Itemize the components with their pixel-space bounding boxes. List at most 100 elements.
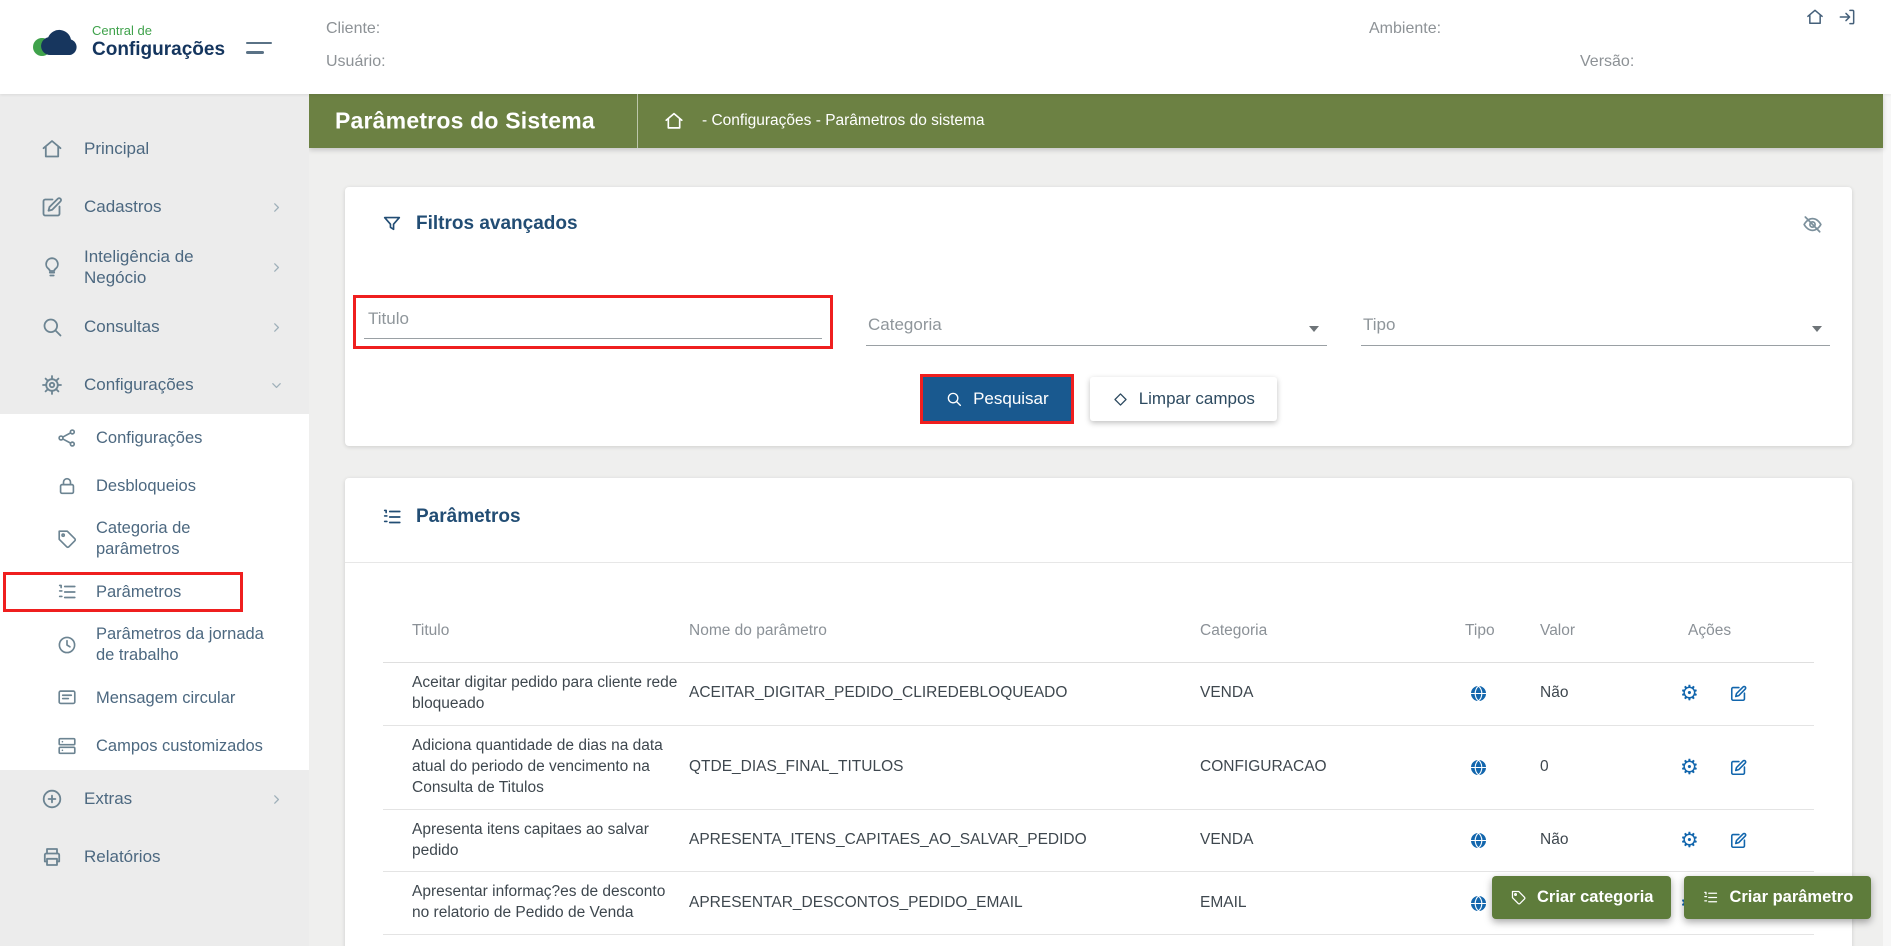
hide-filters-icon[interactable] bbox=[1801, 213, 1824, 236]
tipo-select[interactable]: Tipo bbox=[1361, 304, 1830, 346]
printer-icon bbox=[40, 845, 64, 869]
row-edit-icon[interactable] bbox=[1729, 758, 1748, 777]
search-button-label: Pesquisar bbox=[973, 389, 1049, 409]
submenu-item-desbloqueios[interactable]: Desbloqueios bbox=[0, 462, 309, 510]
page-title: Parâmetros do Sistema bbox=[335, 108, 595, 135]
environment-label: Ambiente: bbox=[1369, 20, 1441, 38]
create-category-label: Criar categoria bbox=[1537, 888, 1653, 907]
sidebar-item-label: Configurações bbox=[84, 374, 194, 395]
table-header-row: Titulo Nome do parâmetro Categoria Tipo … bbox=[383, 563, 1814, 663]
cell-nome: ACEITAR_DIGITAR_PEDIDO_CLIREDEBLOQUEADO bbox=[689, 683, 1200, 704]
submenu-item-label: Parâmetros bbox=[96, 582, 181, 603]
topbar: Central de Configurações Cliente: Usuári… bbox=[0, 0, 1891, 94]
create-category-button[interactable]: Criar categoria bbox=[1492, 876, 1671, 919]
cell-valor: Não bbox=[1540, 830, 1688, 851]
home-icon[interactable] bbox=[1805, 7, 1825, 27]
page-header-bar: Parâmetros do Sistema - Configurações - … bbox=[309, 94, 1883, 148]
submenu-item-parametros-jornada[interactable]: Parâmetros da jornada de trabalho bbox=[0, 616, 309, 674]
sidebar-item-extras[interactable]: Extras bbox=[0, 770, 309, 828]
chevron-right-icon bbox=[268, 791, 285, 808]
table-row: Adiciona quantidade de dias na data atua… bbox=[383, 726, 1814, 810]
sidebar-item-relatorios[interactable]: Relatórios bbox=[0, 828, 309, 886]
cell-titulo: Apresenta itens capitaes ao salvar pedid… bbox=[412, 820, 689, 862]
submenu-item-parametros[interactable]: Parâmetros bbox=[0, 568, 309, 616]
filter-icon bbox=[381, 213, 403, 235]
submenu-item-mensagem-circular[interactable]: Mensagem circular bbox=[0, 674, 309, 722]
header-divider bbox=[637, 94, 638, 148]
globe-icon bbox=[1469, 684, 1530, 703]
edit-icon bbox=[40, 195, 64, 219]
column-header-tipo: Tipo bbox=[1465, 622, 1540, 640]
list-icon bbox=[381, 506, 403, 528]
lightbulb-icon bbox=[40, 255, 64, 279]
column-header-categoria: Categoria bbox=[1200, 622, 1465, 640]
cell-nome: APRESENTAR_DESCONTOS_PEDIDO_EMAIL bbox=[689, 893, 1200, 914]
submenu-item-label: Mensagem circular bbox=[96, 688, 235, 709]
column-header-acoes: Ações bbox=[1688, 622, 1814, 640]
sidebar: Principal Cadastros Inteligência de Negó… bbox=[0, 94, 309, 946]
titulo-input[interactable] bbox=[364, 300, 822, 339]
sidebar-item-label: Principal bbox=[84, 138, 149, 159]
parameters-card-title: Parâmetros bbox=[381, 506, 521, 528]
globe-icon bbox=[1469, 758, 1530, 777]
breadcrumb-home-icon[interactable] bbox=[663, 110, 685, 132]
dropdown-arrow-icon bbox=[1309, 326, 1319, 332]
categoria-select[interactable]: Categoria bbox=[866, 304, 1327, 346]
clear-fields-label: Limpar campos bbox=[1139, 389, 1255, 409]
filters-card-title: Filtros avançados bbox=[381, 213, 578, 235]
gear-icon bbox=[40, 373, 64, 397]
filter-actions: Pesquisar Limpar campos bbox=[345, 374, 1852, 424]
clear-fields-button[interactable]: Limpar campos bbox=[1090, 377, 1277, 421]
cell-categoria: VENDA bbox=[1200, 830, 1465, 851]
cell-titulo: Apresentar informaç?es de desconto no re… bbox=[412, 882, 689, 924]
search-button-highlight: Pesquisar bbox=[920, 374, 1074, 424]
submenu-item-configuracoes[interactable]: Configurações bbox=[0, 414, 309, 462]
sidebar-item-cadastros[interactable]: Cadastros bbox=[0, 178, 309, 236]
cell-categoria: CONFIGURACAO bbox=[1200, 757, 1465, 778]
floating-action-buttons: Criar categoria Criar parâmetro bbox=[1492, 876, 1871, 919]
submenu-item-campos-customizados[interactable]: Campos customizados bbox=[0, 722, 309, 770]
scrollbar-track[interactable] bbox=[1883, 94, 1891, 946]
create-parameter-label: Criar parâmetro bbox=[1729, 888, 1853, 907]
row-edit-icon[interactable] bbox=[1729, 684, 1748, 703]
sidebar-item-inteligencia[interactable]: Inteligência de Negócio bbox=[0, 236, 309, 298]
logout-icon[interactable] bbox=[1837, 7, 1857, 27]
main-content: Parâmetros do Sistema - Configurações - … bbox=[309, 94, 1891, 946]
row-settings-icon[interactable]: ⚙ bbox=[1680, 757, 1699, 778]
submenu-item-label: Parâmetros da jornada de trabalho bbox=[96, 624, 266, 665]
cell-valor: Não bbox=[1540, 683, 1688, 704]
sidebar-item-label: Cadastros bbox=[84, 196, 161, 217]
sidebar-item-configuracoes[interactable]: Configurações bbox=[0, 356, 309, 414]
tag-icon bbox=[56, 528, 78, 550]
cell-valor: 0 bbox=[1540, 757, 1688, 778]
filters-card: Filtros avançados Categoria Tipo Pesquis… bbox=[345, 187, 1852, 446]
submenu-item-label: Configurações bbox=[96, 428, 202, 449]
row-settings-icon[interactable]: ⚙ bbox=[1680, 830, 1699, 851]
cell-acoes: ⚙ bbox=[1680, 757, 1814, 778]
search-button[interactable]: Pesquisar bbox=[923, 377, 1071, 421]
app-logo[interactable]: Central de Configurações bbox=[30, 24, 225, 60]
lock-icon bbox=[56, 475, 78, 497]
cell-nome: APRESENTA_ITENS_CAPITAES_AO_SALVAR_PEDID… bbox=[689, 830, 1200, 851]
sidebar-submenu: Configurações Desbloqueios Categoria de … bbox=[0, 414, 309, 770]
create-parameter-button[interactable]: Criar parâmetro bbox=[1684, 876, 1871, 919]
cell-tipo bbox=[1465, 684, 1540, 703]
sidebar-item-principal[interactable]: Principal bbox=[0, 120, 309, 178]
chevron-right-icon bbox=[268, 319, 285, 336]
submenu-item-categoria-parametros[interactable]: Categoria de parâmetros bbox=[0, 510, 309, 568]
sidebar-item-consultas[interactable]: Consultas bbox=[0, 298, 309, 356]
menu-toggle-icon[interactable] bbox=[246, 42, 272, 61]
cell-tipo bbox=[1465, 758, 1540, 777]
search-icon bbox=[945, 390, 963, 408]
list-icon bbox=[1702, 889, 1719, 906]
client-label: Cliente: bbox=[326, 20, 380, 38]
column-header-titulo: Titulo bbox=[412, 622, 689, 640]
sidebar-item-label: Consultas bbox=[84, 316, 160, 337]
share-icon bbox=[56, 427, 78, 449]
clock-icon bbox=[56, 634, 78, 656]
tipo-select-label: Tipo bbox=[1363, 315, 1395, 335]
logo-cloud-icon bbox=[30, 25, 82, 59]
row-settings-icon[interactable]: ⚙ bbox=[1680, 683, 1699, 704]
chevron-right-icon bbox=[268, 199, 285, 216]
row-edit-icon[interactable] bbox=[1729, 831, 1748, 850]
